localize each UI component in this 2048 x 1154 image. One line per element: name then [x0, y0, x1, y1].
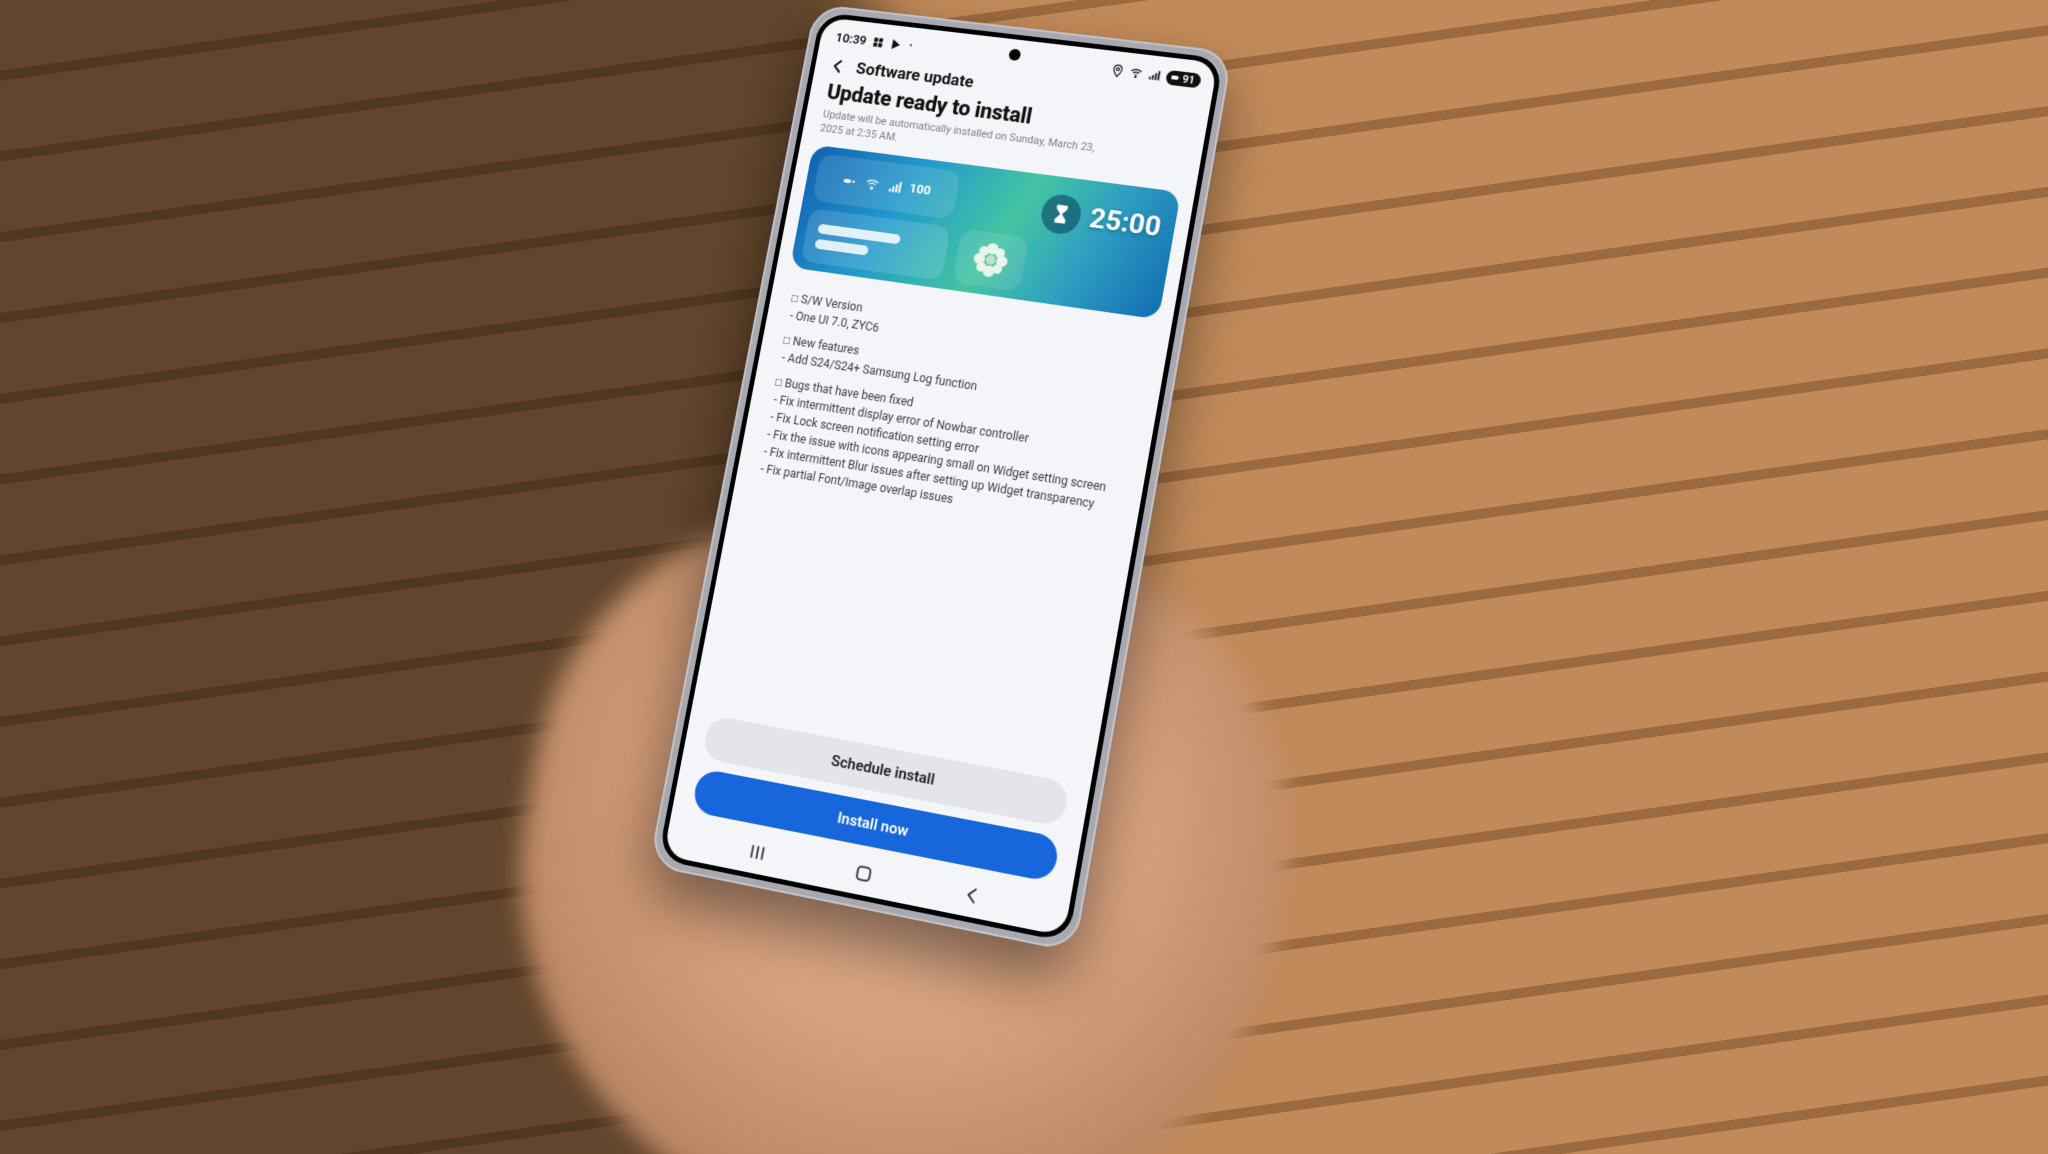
nav-back-button[interactable]: [960, 882, 986, 909]
status-more-dot: •: [908, 41, 913, 52]
battery-percent: 91: [1181, 72, 1196, 86]
nav-recents-button[interactable]: [745, 839, 770, 865]
promo-status-tile: 100: [812, 153, 961, 219]
promo-signal-icon: [886, 178, 904, 195]
photo-background: 10:39 •: [0, 0, 2048, 1154]
status-app-icon: [871, 35, 886, 50]
location-icon: [1110, 63, 1126, 78]
promo-timer-value: 25:00: [1087, 202, 1163, 243]
promo-dot-icon: [841, 172, 859, 189]
battery-indicator: 91: [1165, 69, 1201, 87]
promo-lines-tile: [801, 208, 951, 281]
status-time: 10:39: [834, 30, 867, 48]
promo-timer: 25:00: [1038, 192, 1164, 247]
signal-icon: [1147, 68, 1163, 83]
back-button[interactable]: [827, 56, 849, 77]
changelog[interactable]: S/W Version One UI 7.0, ZYC6 New feature…: [692, 275, 1171, 782]
nav-home-button[interactable]: [851, 860, 876, 886]
promo-signal-label: 100: [908, 182, 932, 199]
promo-flower-tile: [952, 228, 1029, 291]
hourglass-icon: [1038, 192, 1084, 236]
promo-wifi-icon: [863, 175, 881, 192]
play-store-icon: [889, 37, 904, 52]
wifi-icon: [1129, 66, 1145, 81]
